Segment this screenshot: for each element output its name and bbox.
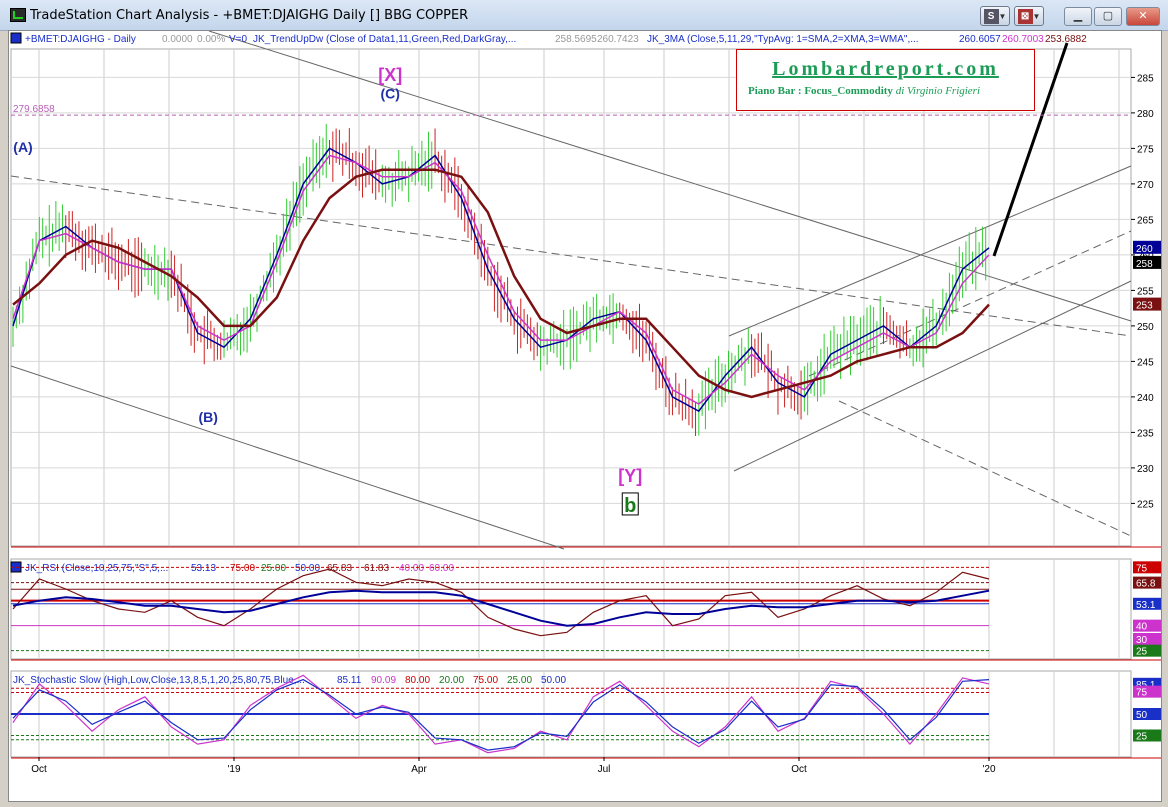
rsi-header-value: 65.83 <box>327 563 352 574</box>
rsi-header-value: 25.00 <box>261 563 286 574</box>
dropdown-arrow-icon: ▼ <box>998 12 1007 21</box>
chart-header-text: 260.6057 <box>959 34 1001 45</box>
date-tick-label: Oct <box>31 764 47 775</box>
link-menu-button[interactable]: ⊠ ▼ <box>1014 6 1044 26</box>
price-tick-label: 240 <box>1137 393 1154 404</box>
chart-header-text: 258.5695 <box>555 34 597 45</box>
price-tick-label: 285 <box>1137 73 1154 84</box>
close-button[interactable]: ✕ <box>1126 7 1160 26</box>
price-tick-label: 265 <box>1137 215 1154 226</box>
rsi-value-label: 53.1 <box>1136 600 1156 611</box>
rsi-panel <box>10 558 1132 660</box>
rsi-header-value: 75.00 <box>230 563 255 574</box>
lombardreport-logo: Lombardreport.com Piano Bar : Focus_Comm… <box>736 49 1035 111</box>
stochastic-value-label: 50 <box>1136 710 1148 721</box>
rsi-value-label: 75 <box>1136 563 1148 574</box>
rsi-header-value: 53.13 <box>191 563 216 574</box>
stochastic-title: JK_Stochastic Slow (High,Low,Close,13,8,… <box>13 675 305 686</box>
rsi-header-value: 40.00 <box>399 563 424 574</box>
chart-header-text: 260.7423 <box>597 34 639 45</box>
logo-title: Lombardreport.com <box>772 58 999 80</box>
date-tick-label: '20 <box>982 764 995 775</box>
chart-header-text: 0.00% <box>197 34 225 45</box>
price-tick-label: 230 <box>1137 464 1154 475</box>
chart-header-text: 253.6882 <box>1045 34 1087 45</box>
price-tick-label: 280 <box>1137 109 1154 120</box>
stochastic-value-label: 75 <box>1136 688 1148 699</box>
chart-header-text: +BMET:DJAIGHG - Daily <box>25 34 136 45</box>
wave-label: [X] <box>378 65 402 85</box>
rsi-value-label: 65.8 <box>1136 579 1156 590</box>
date-tick-label: '19 <box>227 764 240 775</box>
stochastic-header-value: 85.11 <box>337 675 362 686</box>
minimize-button[interactable]: ▁ <box>1064 7 1092 26</box>
rsi-value-label: 25 <box>1136 647 1148 658</box>
chart-header-text: JK_TrendUpDw (Close of Data1,11,Green,Re… <box>253 34 516 45</box>
last-value-label: 258 <box>1136 259 1153 270</box>
wave-label: b <box>624 495 636 517</box>
price-tick-label: 235 <box>1137 428 1154 439</box>
symbol-color-icon <box>10 32 22 44</box>
window-titlebar: TradeStation Chart Analysis - +BMET:DJAI… <box>0 0 1168 31</box>
logo-subtitle: Piano Bar : Focus_Commodity di Virginio … <box>748 85 981 97</box>
wave-label: (C) <box>380 86 399 102</box>
rsi-header-value: 60.00 <box>429 563 454 574</box>
rsi-value-label: 40 <box>1136 622 1148 633</box>
chart-header-text: JK_3MA (Close,5,11,29,"TypAvg: 1=SMA,2=X… <box>647 34 919 45</box>
date-tick-label: Oct <box>791 764 807 775</box>
price-tick-label: 225 <box>1137 499 1154 510</box>
price-tick-label: 250 <box>1137 322 1154 333</box>
price-tick-label: 255 <box>1137 286 1154 297</box>
chart-canvas[interactable]: 225 230 235 240 245 250 255 260 265 270 275 280 285 O… <box>9 31 1161 801</box>
last-value-label: 260 <box>1136 244 1153 255</box>
maximize-button[interactable]: ▢ <box>1094 7 1122 26</box>
symbol-menu-button[interactable]: S ▼ <box>980 6 1010 26</box>
stochastic-value-label: 25 <box>1136 732 1148 743</box>
dropdown-arrow-icon: ▼ <box>1032 12 1041 21</box>
window-title: TradeStation Chart Analysis - +BMET:DJAI… <box>30 8 469 23</box>
chart-header-text: 260.7003 <box>1002 34 1044 45</box>
chart-header-text: 0.0000 <box>162 34 193 45</box>
wave-label: [Y] <box>618 466 642 486</box>
stochastic-header-value: 50.00 <box>541 675 566 686</box>
stochastic-header-value: 90.09 <box>371 675 396 686</box>
stochastic-header-value: 20.00 <box>439 675 464 686</box>
rsi-header-value: 61.83 <box>364 563 389 574</box>
wave-label: (A) <box>13 139 32 155</box>
tradestation-app-icon <box>10 8 26 22</box>
stochastic-header-value: 25.00 <box>507 675 532 686</box>
stochastic-header-value: 80.00 <box>405 675 430 686</box>
price-tick-label: 275 <box>1137 144 1154 155</box>
chart-header-text: V=0 <box>229 34 248 45</box>
rsi-value-label: 30 <box>1136 635 1148 646</box>
date-tick-label: Apr <box>411 764 427 775</box>
stochastic-header-value: 75.00 <box>473 675 498 686</box>
price-tick-label: 270 <box>1137 180 1154 191</box>
resistance-level-label: 279.6858 <box>13 104 55 115</box>
wave-label: (B) <box>198 409 217 425</box>
date-tick-label: Jul <box>598 764 611 775</box>
rsi-title: JK_RSI (Close,10,25,75,"S",5,... <box>25 563 168 574</box>
price-tick-label: 245 <box>1137 357 1154 368</box>
last-value-label: 253 <box>1136 301 1153 312</box>
chart-area[interactable]: 225 230 235 240 245 250 255 260 265 270 275 280 285 O… <box>8 30 1162 802</box>
